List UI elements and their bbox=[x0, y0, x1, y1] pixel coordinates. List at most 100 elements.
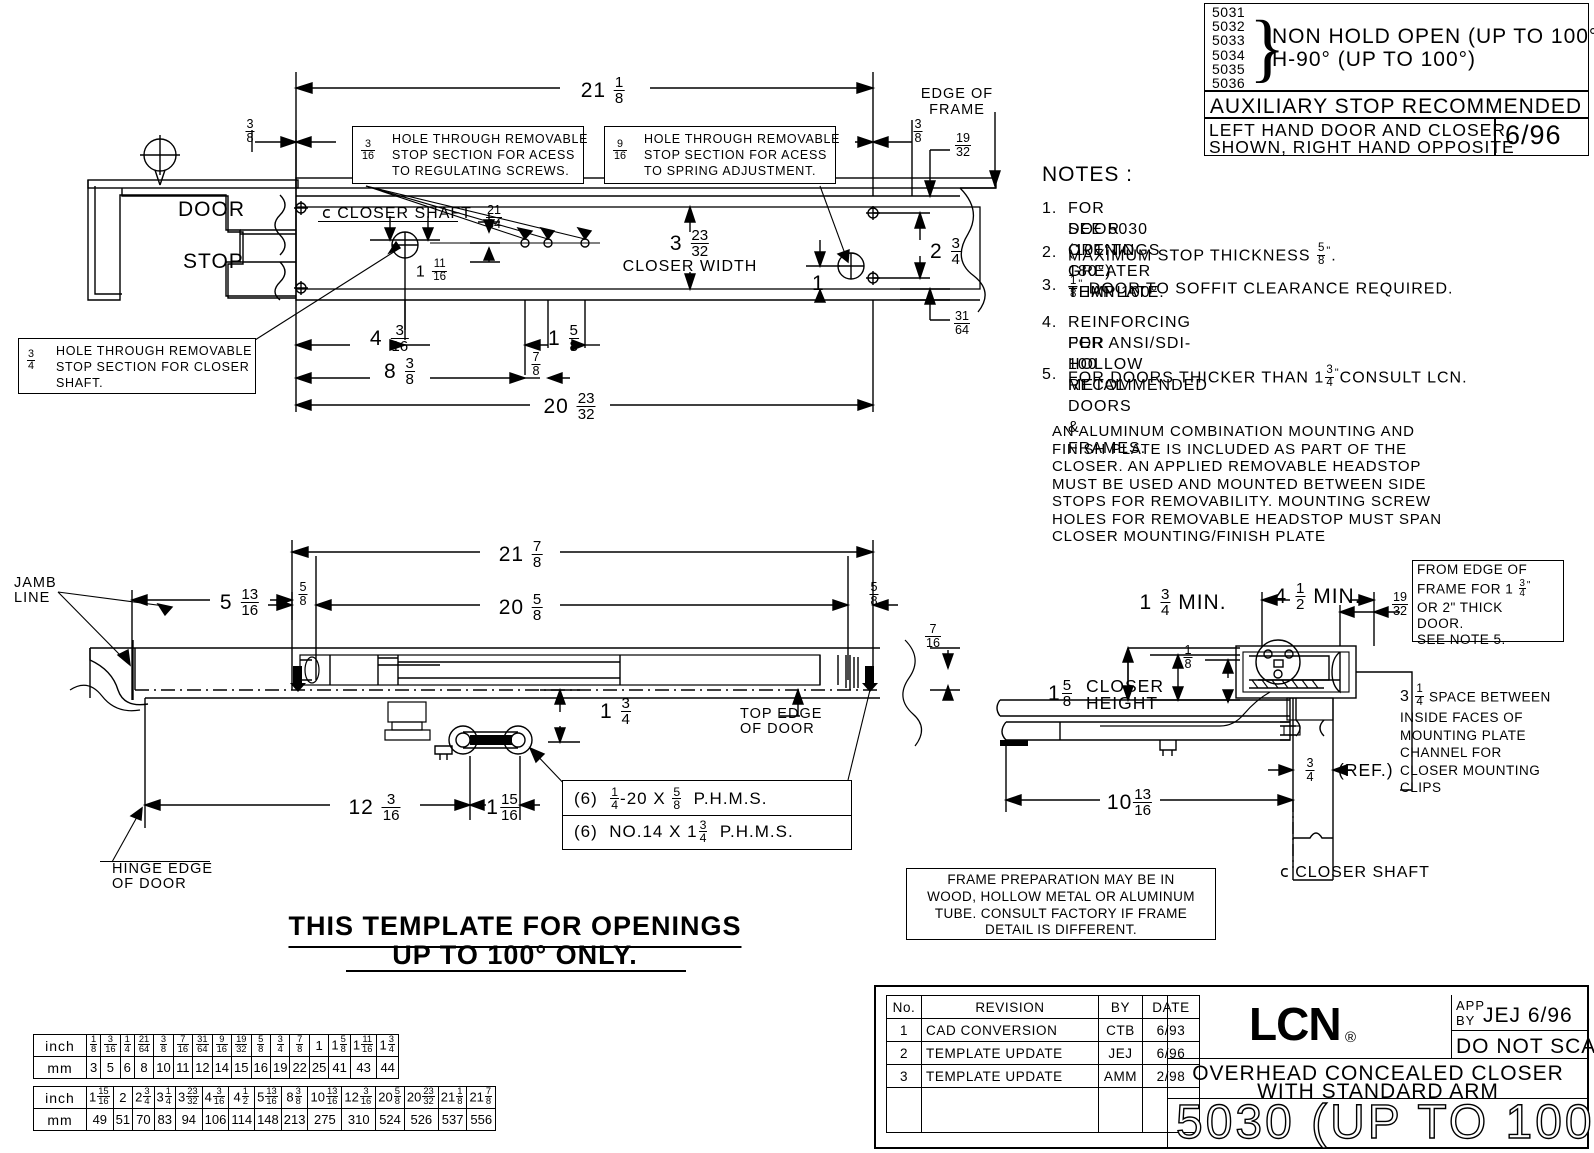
dim-21-7-8: 21 78 bbox=[498, 538, 543, 572]
conv-label-mm-1: mm bbox=[33, 1056, 87, 1079]
dim-20-5-8: 20 58 bbox=[498, 591, 543, 625]
notes-title: NOTES : bbox=[1042, 163, 1134, 186]
dim-1-3-4-min: 1 34 MIN. bbox=[1139, 586, 1227, 620]
dim-3-4-ref: 34 bbox=[1305, 756, 1315, 784]
dim-3-23-32: 3 23 32 bbox=[669, 227, 710, 261]
revision-row: 1 CAD CONVERSION CTB 6/93 bbox=[886, 1018, 1200, 1042]
top-edge-of-door-label: TOP EDGE OF DOOR bbox=[740, 706, 823, 737]
from-edge-l1: FROM EDGE OF bbox=[1417, 562, 1528, 577]
stop-label: STOP bbox=[183, 250, 244, 273]
closer-shaft-underline bbox=[318, 221, 458, 222]
from-edge-l4: DOOR. bbox=[1417, 616, 1464, 632]
revision-row bbox=[886, 1087, 1200, 1133]
app-by-label: APP BY bbox=[1456, 998, 1486, 1028]
callout-shaft-text: HOLE THROUGH REMOVABLE STOP SECTION FOR … bbox=[56, 344, 253, 390]
from-edge-l5: SEE NOTE 5. bbox=[1417, 632, 1506, 648]
note-1-num: 1. bbox=[1042, 200, 1058, 217]
space-note-l1: 3 14 SPACE BETWEEN bbox=[1400, 683, 1551, 708]
dim-4-3-16: 4 3 16 bbox=[369, 322, 410, 356]
dim-1-5-8-plan: 1 58 bbox=[548, 322, 579, 356]
rev-col-date: DATE bbox=[1142, 995, 1200, 1019]
note-4-num: 4. bbox=[1042, 314, 1058, 331]
from-edge-note-text: FROM EDGE OF FRAME FOR 1 3 4 " OR 2" THICK… bbox=[1417, 562, 1531, 648]
conv-row-inch-2: inch 1 15 16 2 234 314 3 23 32 4 3 16 412 5 13 1… bbox=[33, 1086, 497, 1109]
note-2-text: MAXIMUM STOP THICKNESS 5 8 ". bbox=[1068, 242, 1337, 267]
do-not-scale: DO NOT SCALE bbox=[1456, 1035, 1594, 1058]
aluminum-note: AN ALUMINUM COMBINATION MOUNTING AND FIN… bbox=[1052, 423, 1442, 545]
dim-12-3-16: 12 3 16 bbox=[348, 791, 401, 825]
rev-col-no: No. bbox=[886, 995, 922, 1019]
dim-31-64: 31 64 bbox=[953, 309, 971, 337]
conv-label-mm-2: mm bbox=[33, 1108, 87, 1131]
closer-width-label: CLOSER WIDTH bbox=[622, 258, 758, 275]
dim-19-32: 19 32 bbox=[954, 131, 972, 159]
lcn-logo: LCN bbox=[1249, 998, 1342, 1050]
lcn-registered-icon: ® bbox=[1345, 1029, 1358, 1046]
dim-1-3-4-elev: 1 34 bbox=[600, 695, 631, 729]
space-note-l2: INSIDE FACES OF bbox=[1400, 710, 1524, 726]
screw-spec-1: (6) 1 4 -20 X 58 P.H.M.S. bbox=[574, 785, 768, 813]
dim-5-8-right: 58 bbox=[869, 580, 879, 608]
note-2-num: 2. bbox=[1042, 244, 1058, 261]
space-note-l5: CLOSER MOUNTING bbox=[1400, 762, 1541, 778]
rev-col-by: BY bbox=[1098, 995, 1143, 1019]
dim-5-8-left: 58 bbox=[298, 580, 308, 608]
screws-box-divider bbox=[562, 815, 852, 816]
conversion-table-2: inch 1 15 16 2 234 314 3 23 32 4 3 16 412 5 13 1… bbox=[33, 1086, 497, 1131]
revision-row: 3 TEMPLATE UPDATE AMM 2/98 bbox=[886, 1064, 1200, 1088]
dim-1-8-section: 18 bbox=[1183, 643, 1193, 671]
space-note-l4: CHANNEL FOR bbox=[1400, 745, 1502, 761]
header-date: 6/96 bbox=[1505, 120, 1562, 150]
callout-spring-text: HOLE THROUGH REMOVABLE STOP SECTION FOR … bbox=[644, 132, 841, 178]
app-by-divider-horizontal bbox=[1451, 1030, 1589, 1031]
conv-label-inch-2: inch bbox=[33, 1086, 87, 1109]
header-line2: H-90° (UP TO 100°) bbox=[1272, 48, 1477, 71]
ref-label: (REF.) bbox=[1338, 760, 1394, 780]
screw-spec-2: (6) NO.14 X 134 P.H.M.S. bbox=[574, 818, 794, 846]
closer-shaft-label-plan: ⅽ CLOSER SHAFT bbox=[322, 205, 472, 222]
dim-21-1-8: 21 18 bbox=[580, 74, 625, 108]
conv-label-inch-1: inch bbox=[33, 1034, 87, 1057]
dim-19-32-section: 19 32 bbox=[1391, 590, 1409, 618]
dim-3-8-right: 38 bbox=[913, 117, 923, 145]
hinge-edge-label: HINGE EDGE OF DOOR bbox=[112, 861, 214, 892]
dim-1-11-16: 1 11 16 bbox=[415, 258, 448, 283]
note-5-num: 5. bbox=[1042, 366, 1058, 383]
callout-regulating-text: HOLE THROUGH REMOVABLE STOP SECTION FOR … bbox=[392, 132, 589, 178]
space-note-l6: CLIPS bbox=[1400, 780, 1442, 796]
dim-20-23-32: 20 23 32 bbox=[543, 390, 596, 424]
app-by-divider-vertical bbox=[1451, 995, 1452, 1058]
dim-7-16: 7 16 bbox=[924, 622, 942, 650]
header-line1: NON HOLD OPEN (UP TO 100°) bbox=[1272, 25, 1594, 48]
dim-1-plan: 1 bbox=[812, 272, 825, 295]
door-label: DOOR bbox=[178, 198, 245, 221]
template-title-line2: UP TO 100° ONLY. bbox=[392, 940, 638, 970]
note-3-num: 3. bbox=[1042, 277, 1058, 294]
note-5-text: FOR DOORS THICKER THAN 1 3 4 "CONSULT LCN. bbox=[1068, 364, 1468, 389]
conv-row-inch-1: inch 18 3 16 14 21 64 38 7 16 31 64 9 16 19 32… bbox=[33, 1034, 399, 1057]
app-by-value: JEJ 6/96 bbox=[1483, 1004, 1573, 1027]
dim-4-1-2-min: 4 12 MIN. bbox=[1274, 580, 1362, 614]
dim-1-15-16: 1 15 16 bbox=[486, 791, 519, 825]
callout-shaft-frac: 34 bbox=[27, 348, 36, 372]
space-note-l3: MOUNTING PLATE bbox=[1400, 727, 1527, 743]
c: 18 bbox=[85, 1034, 102, 1057]
rev-col-revision: REVISION bbox=[921, 995, 1099, 1019]
drawing-sheet: 5031 5032 5033 5034 5035 5036 } NON HOLD… bbox=[0, 0, 1594, 1153]
edge-of-frame-label: EDGE OF FRAME bbox=[920, 86, 994, 118]
callout-regulating-frac: 3 16 bbox=[361, 138, 376, 162]
closer-height-label: CLOSER HEIGHT bbox=[1086, 676, 1164, 713]
dim-7-8-plan: 78 bbox=[531, 350, 541, 378]
space-between-note: 3 14 SPACE BETWEEN INSIDE FACES OF MOUNT… bbox=[1400, 683, 1551, 797]
jamb-line-label: JAMB LINE bbox=[14, 575, 57, 606]
logo-cell-divider-vertical bbox=[1167, 995, 1168, 1149]
dim-5-13-16: 5 13 16 bbox=[219, 586, 260, 620]
closer-shaft-label-section: ⅽ CLOSER SHAFT bbox=[1280, 864, 1430, 881]
dim-1-5-8-closer-height: 158 bbox=[1048, 677, 1073, 711]
dim-2-3-4: 2 34 bbox=[930, 235, 961, 269]
frame-prep-text: FRAME PREPARATION MAY BE IN WOOD, HOLLOW… bbox=[927, 872, 1195, 938]
dim-10-13-16: 10 13 16 bbox=[1106, 786, 1153, 820]
dim-3-8-left: 38 bbox=[245, 117, 255, 145]
model-number-title: 5030 (UP TO 100°) bbox=[1175, 1095, 1594, 1149]
dim-21-64: 21 64 bbox=[485, 203, 503, 231]
